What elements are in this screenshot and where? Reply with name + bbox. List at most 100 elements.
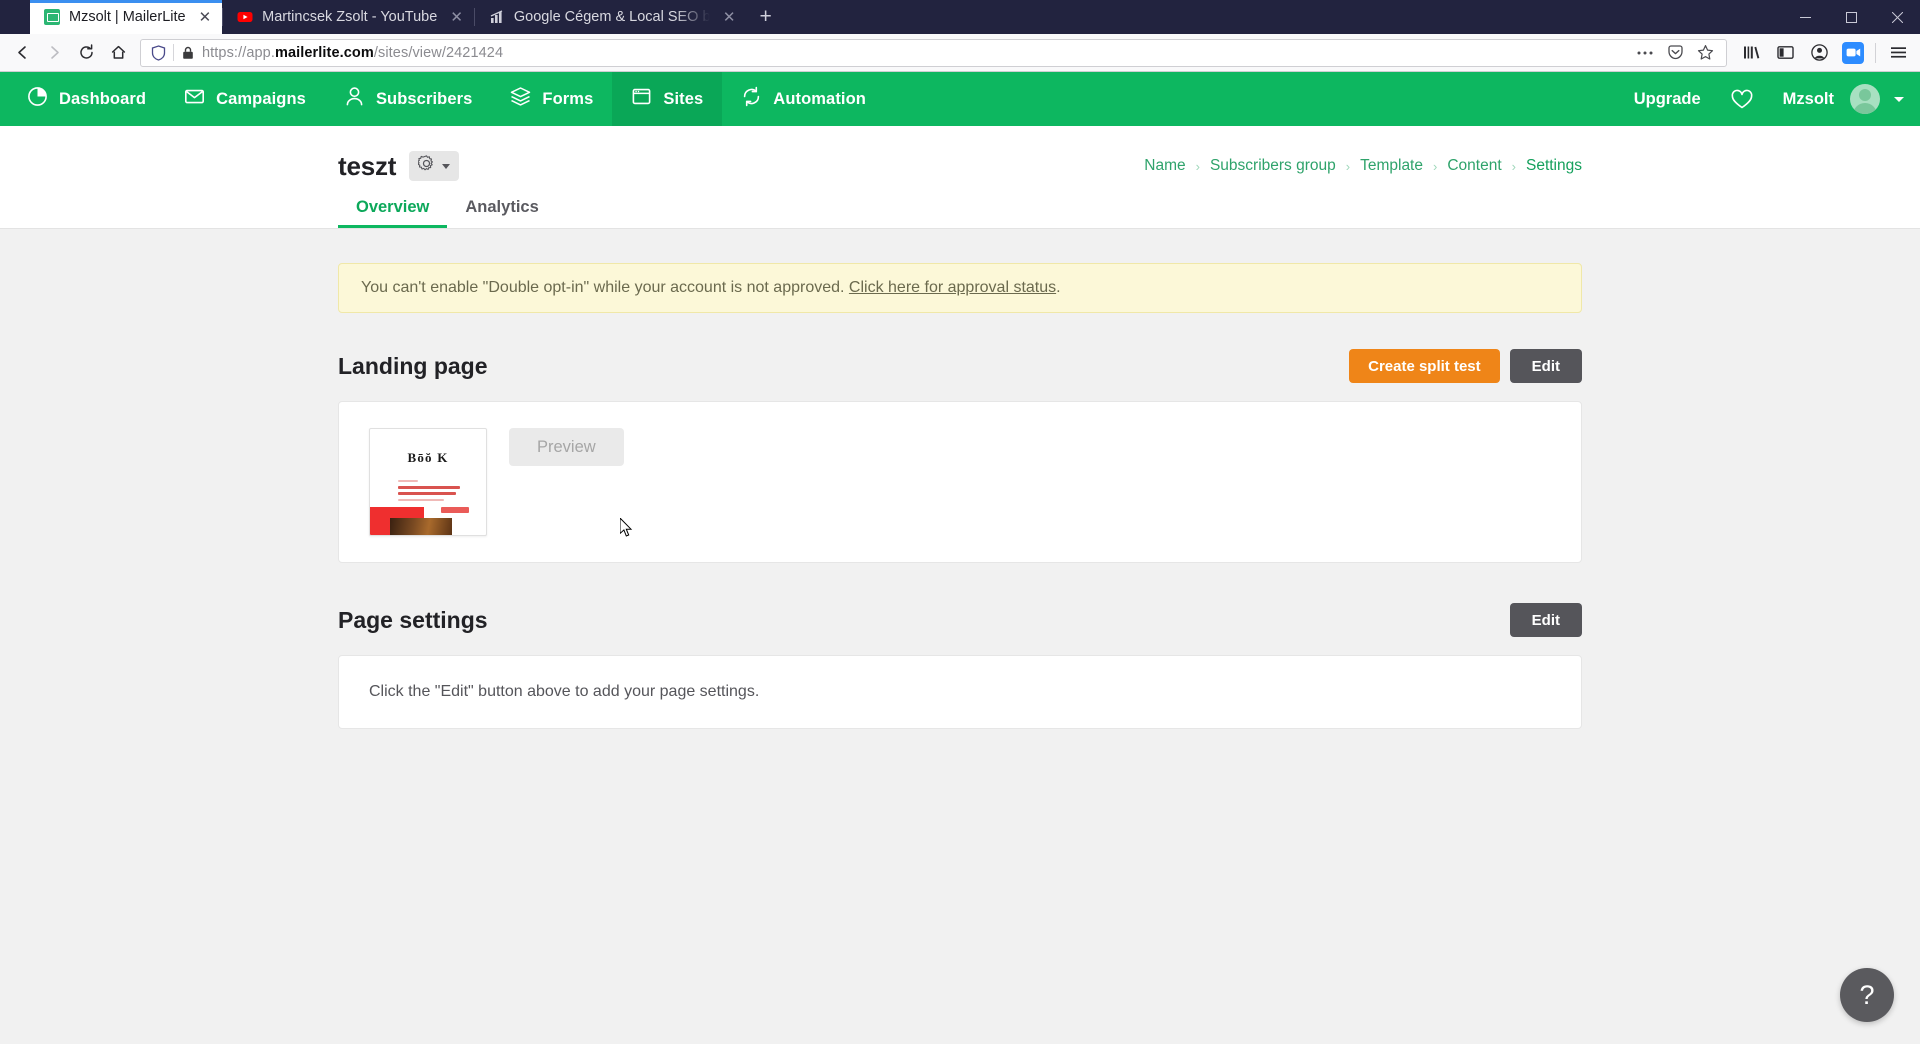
- thumbnail-cta-button: [441, 507, 469, 513]
- nav-item-label: Forms: [542, 89, 594, 108]
- nav-item-label: Campaigns: [216, 89, 306, 108]
- breadcrumb-item-name[interactable]: Name: [1144, 157, 1185, 175]
- browser-toolbar-right: [1735, 38, 1914, 68]
- nav-item-subscribers[interactable]: Subscribers: [325, 72, 491, 126]
- pocket-icon[interactable]: [1662, 41, 1688, 65]
- page-header: teszt Name › Subscribers group › Templat…: [0, 126, 1920, 229]
- nav-item-forms[interactable]: Forms: [491, 72, 612, 126]
- chevron-right-icon: ›: [1195, 158, 1200, 174]
- thumbnail-image: [390, 518, 452, 535]
- page-settings-section-header: Page settings Edit: [338, 603, 1582, 637]
- create-split-test-button[interactable]: Create split test: [1349, 349, 1500, 383]
- reload-icon[interactable]: [70, 38, 102, 68]
- url-bar[interactable]: https://app.mailerlite.com/sites/view/24…: [140, 38, 1727, 67]
- help-button[interactable]: ?: [1840, 968, 1894, 1022]
- close-icon[interactable]: ✕: [446, 10, 463, 25]
- chevron-down-icon[interactable]: [1894, 96, 1904, 102]
- browser-tab-title: Google Cégem & Local SEO be: [513, 9, 710, 25]
- page-settings-card: Click the "Edit" button above to add you…: [338, 655, 1582, 729]
- refresh-cycle-icon: [741, 86, 762, 112]
- thumbnail-line: [398, 486, 460, 489]
- approval-warning-banner: You can't enable "Double opt-in" while y…: [338, 263, 1582, 313]
- sidebar-icon[interactable]: [1769, 38, 1801, 68]
- youtube-icon: [237, 9, 253, 25]
- nav-item-sites[interactable]: Sites: [612, 72, 723, 126]
- home-icon[interactable]: [102, 38, 134, 68]
- back-arrow-icon[interactable]: [6, 38, 38, 68]
- browser-navigation-bar: https://app.mailerlite.com/sites/view/24…: [0, 34, 1920, 72]
- breadcrumb-item-subscribers-group[interactable]: Subscribers group: [1210, 157, 1336, 175]
- mouse-cursor: [619, 516, 634, 538]
- nav-item-label: Automation: [773, 89, 866, 108]
- thumbnail-heading: Bōŏ K: [407, 450, 449, 465]
- toolbar-divider: [1875, 42, 1876, 63]
- preview-button[interactable]: Preview: [509, 428, 624, 466]
- hamburger-menu-icon[interactable]: [1882, 38, 1914, 68]
- browser-window: Mzsolt | MailerLite ✕ Martincsek Zsolt -…: [0, 0, 1920, 1044]
- close-window-icon[interactable]: [1874, 0, 1920, 34]
- question-mark-icon: ?: [1859, 979, 1875, 1010]
- gear-icon: [417, 155, 435, 177]
- user-name-label[interactable]: Mzsolt: [1769, 90, 1844, 109]
- nav-item-campaigns[interactable]: Campaigns: [165, 72, 325, 126]
- close-icon[interactable]: ✕: [195, 10, 212, 25]
- minimize-icon[interactable]: [1782, 0, 1828, 34]
- page-title: teszt: [338, 150, 397, 181]
- breadcrumb: Name › Subscribers group › Template › Co…: [1144, 157, 1582, 175]
- dashboard-pie-icon: [27, 86, 48, 112]
- landing-page-edit-button[interactable]: Edit: [1509, 349, 1582, 383]
- account-icon[interactable]: [1803, 38, 1835, 68]
- upgrade-button[interactable]: Upgrade: [1620, 90, 1715, 109]
- caret-down-icon: [442, 163, 451, 169]
- alert-text: You can't enable "Double opt-in" while y…: [361, 279, 849, 296]
- chart-icon: [489, 9, 505, 25]
- new-tab-button[interactable]: +: [746, 0, 784, 34]
- alert-text-suffix: .: [1056, 279, 1061, 296]
- approval-status-link[interactable]: Click here for approval status: [849, 279, 1056, 296]
- chevron-right-icon: ›: [1345, 158, 1351, 174]
- close-icon[interactable]: ✕: [719, 10, 736, 25]
- app-top-navigation: Dashboard Campaigns Subscribers Forms Si…: [0, 72, 1920, 126]
- tracking-shield-icon[interactable]: [147, 44, 173, 61]
- browser-tabstrip: Mzsolt | MailerLite ✕ Martincsek Zsolt -…: [0, 0, 1920, 34]
- chevron-right-icon: ›: [1511, 158, 1516, 174]
- breadcrumb-item-content[interactable]: Content: [1447, 157, 1501, 175]
- star-icon[interactable]: [1692, 41, 1718, 65]
- thumbnail-line: [398, 492, 456, 495]
- landing-page-title: Landing page: [338, 352, 488, 379]
- nav-item-label: Dashboard: [59, 89, 147, 108]
- thumbnail-line: [398, 499, 444, 501]
- nav-item-label: Sites: [663, 89, 704, 108]
- browser-tab-youtube[interactable]: Martincsek Zsolt - YouTube ✕: [223, 0, 474, 34]
- tab-analytics[interactable]: Analytics: [447, 198, 556, 228]
- landing-page-card: Bōŏ K Preview: [338, 401, 1582, 563]
- page-settings-edit-button[interactable]: Edit: [1509, 603, 1582, 637]
- page-content: You can't enable "Double opt-in" while y…: [0, 229, 1920, 729]
- padlock-icon[interactable]: [174, 46, 202, 60]
- browser-tab-google-cegem[interactable]: Google Cégem & Local SEO be ✕: [475, 0, 747, 34]
- nav-item-dashboard[interactable]: Dashboard: [8, 72, 165, 126]
- nav-item-automation[interactable]: Automation: [722, 72, 885, 126]
- landing-page-actions: Create split test Edit: [1349, 349, 1582, 383]
- breadcrumb-item-settings[interactable]: Settings: [1526, 157, 1582, 175]
- zoom-video-icon[interactable]: [1837, 38, 1869, 68]
- page-settings-gear-button[interactable]: [409, 151, 460, 181]
- breadcrumb-item-template[interactable]: Template: [1360, 157, 1423, 175]
- chevron-right-icon: ›: [1433, 158, 1438, 174]
- person-icon: [344, 86, 365, 112]
- layers-icon: [510, 86, 531, 112]
- tab-overview[interactable]: Overview: [338, 198, 448, 228]
- ellipsis-icon[interactable]: [1632, 41, 1658, 65]
- url-bar-actions: [1632, 41, 1720, 65]
- maximize-icon[interactable]: [1828, 0, 1874, 34]
- landing-page-thumbnail[interactable]: Bōŏ K: [369, 428, 487, 536]
- library-icon[interactable]: [1735, 38, 1767, 68]
- page-settings-empty-message: Click the "Edit" button above to add you…: [369, 683, 760, 700]
- envelope-icon: [184, 86, 205, 112]
- app-nav-right: Upgrade Mzsolt: [1620, 72, 1920, 126]
- heart-icon[interactable]: [1721, 87, 1763, 111]
- avatar[interactable]: [1850, 84, 1880, 114]
- browser-tab-mailerlite[interactable]: Mzsolt | MailerLite ✕: [30, 0, 223, 34]
- browser-tab-title: Martincsek Zsolt - YouTube: [262, 9, 438, 25]
- landing-page-section-header: Landing page Create split test Edit: [338, 349, 1582, 383]
